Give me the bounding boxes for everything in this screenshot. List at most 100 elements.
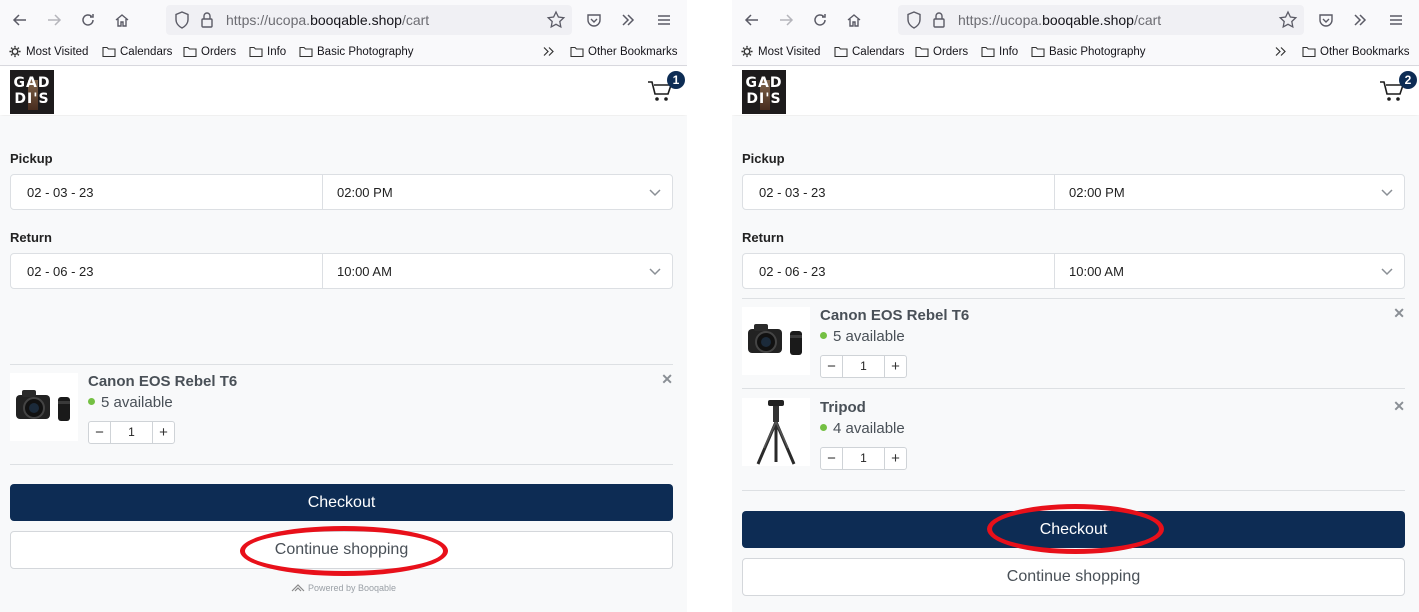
return-time[interactable]: 10:00 AM (337, 264, 392, 279)
bookmark-most-visited[interactable]: Most Visited (8, 45, 88, 58)
quantity-stepper[interactable]: − 1 + (820, 355, 907, 378)
remove-item-icon[interactable]: ✕ (1393, 305, 1405, 322)
pickup-label: Pickup (10, 151, 53, 166)
increase-button[interactable]: + (152, 422, 174, 443)
address-bar[interactable]: https://ucopa.booqable.shop/cart (166, 5, 572, 35)
bookmarks-overflow-icon[interactable] (1274, 45, 1288, 58)
item-availability: 5 available (820, 328, 905, 345)
available-dot (88, 398, 95, 405)
folder-icon (570, 46, 584, 58)
return-datetime-field[interactable]: 02 - 06 - 23 10:00 AM (742, 253, 1405, 289)
forward-icon[interactable] (774, 8, 798, 32)
return-datetime-field[interactable]: 02 - 06 - 23 10:00 AM (10, 253, 673, 289)
camera-thumbnail (10, 373, 78, 441)
bookmark-orders[interactable]: Orders (915, 45, 968, 58)
menu-icon[interactable] (652, 8, 676, 32)
home-icon[interactable] (842, 8, 866, 32)
chevron-down-icon[interactable] (1380, 186, 1394, 198)
back-icon[interactable] (740, 8, 764, 32)
lock-icon[interactable] (200, 11, 214, 29)
cart-count-badge: 2 (1399, 71, 1417, 89)
bookmark-other[interactable]: Other Bookmarks (570, 45, 677, 58)
bookmark-orders[interactable]: Orders (183, 45, 236, 58)
continue-shopping-button[interactable]: Continue shopping (10, 531, 673, 569)
folder-icon (249, 46, 263, 58)
tracking-shield-icon[interactable] (906, 11, 922, 29)
quantity-input[interactable]: 1 (111, 422, 152, 443)
cart-count-badge: 1 (667, 71, 685, 89)
url-text: https://ucopa.booqable.shop/cart (226, 12, 430, 28)
divider (742, 490, 1405, 491)
bookmark-info[interactable]: Info (249, 45, 286, 58)
folder-icon (981, 46, 995, 58)
divider (742, 388, 1405, 389)
bookmark-calendars[interactable]: Calendars (834, 45, 904, 58)
back-icon[interactable] (8, 8, 32, 32)
browser-window-left: https://ucopa.booqable.shop/cart Most Vi… (0, 0, 687, 612)
pickup-time[interactable]: 02:00 PM (1069, 185, 1125, 200)
folder-icon (834, 46, 848, 58)
pickup-time[interactable]: 02:00 PM (337, 185, 393, 200)
bookmark-star-icon[interactable] (1278, 10, 1298, 30)
field-divider (322, 254, 323, 288)
item-name[interactable]: Canon EOS Rebel T6 (88, 373, 237, 390)
menu-icon[interactable] (1384, 8, 1408, 32)
pickup-datetime-field[interactable]: 02 - 03 - 23 02:00 PM (742, 174, 1405, 210)
remove-item-icon[interactable]: ✕ (1393, 398, 1405, 415)
pickup-datetime-field[interactable]: 02 - 03 - 23 02:00 PM (10, 174, 673, 210)
checkout-button[interactable]: Checkout (742, 511, 1405, 548)
pocket-icon[interactable] (1314, 8, 1338, 32)
pickup-date[interactable]: 02 - 03 - 23 (759, 185, 826, 200)
reload-icon[interactable] (808, 8, 832, 32)
quantity-input[interactable]: 1 (843, 448, 884, 469)
bookmarks-overflow-icon[interactable] (542, 45, 556, 58)
divider (10, 364, 673, 365)
address-bar[interactable]: https://ucopa.booqable.shop/cart (898, 5, 1304, 35)
decrease-button[interactable]: − (821, 448, 843, 469)
item-availability: 4 available (820, 420, 905, 437)
pocket-icon[interactable] (582, 8, 606, 32)
decrease-button[interactable]: − (89, 422, 111, 443)
pickup-date[interactable]: 02 - 03 - 23 (27, 185, 94, 200)
bookmark-info[interactable]: Info (981, 45, 1018, 58)
return-date[interactable]: 02 - 06 - 23 (759, 264, 826, 279)
checkout-button[interactable]: Checkout (10, 484, 673, 521)
forward-icon[interactable] (42, 8, 66, 32)
lock-icon[interactable] (932, 11, 946, 29)
url-text: https://ucopa.booqable.shop/cart (958, 12, 1162, 28)
chevron-down-icon[interactable] (1380, 265, 1394, 277)
camera-image-icon (748, 324, 802, 355)
overflow-chevron-icon[interactable] (616, 8, 640, 32)
reload-icon[interactable] (76, 8, 100, 32)
chevron-down-icon[interactable] (648, 186, 662, 198)
quantity-input[interactable]: 1 (843, 356, 884, 377)
item-name[interactable]: Tripod (820, 399, 866, 416)
folder-icon (299, 46, 313, 58)
return-label: Return (742, 230, 784, 245)
tracking-shield-icon[interactable] (174, 11, 190, 29)
decrease-button[interactable]: − (821, 356, 843, 377)
continue-shopping-button[interactable]: Continue shopping (742, 558, 1405, 596)
quantity-stepper[interactable]: − 1 + (88, 421, 175, 444)
shop-logo[interactable]: GAD DI'S (742, 70, 786, 114)
tripod-thumbnail (742, 398, 810, 466)
powered-by[interactable]: Powered by Booqable (0, 583, 687, 593)
increase-button[interactable]: + (884, 448, 906, 469)
quantity-stepper[interactable]: − 1 + (820, 447, 907, 470)
home-icon[interactable] (110, 8, 134, 32)
return-date[interactable]: 02 - 06 - 23 (27, 264, 94, 279)
remove-item-icon[interactable]: ✕ (661, 371, 673, 388)
bookmark-calendars[interactable]: Calendars (102, 45, 172, 58)
return-time[interactable]: 10:00 AM (1069, 264, 1124, 279)
shop-logo[interactable]: GAD DI'S (10, 70, 54, 114)
bookmark-other[interactable]: Other Bookmarks (1302, 45, 1409, 58)
overflow-chevron-icon[interactable] (1348, 8, 1372, 32)
item-name[interactable]: Canon EOS Rebel T6 (820, 307, 969, 324)
pickup-label: Pickup (742, 151, 785, 166)
bookmark-basic-photography[interactable]: Basic Photography (299, 45, 414, 58)
bookmark-star-icon[interactable] (546, 10, 566, 30)
bookmark-most-visited[interactable]: Most Visited (740, 45, 820, 58)
bookmark-basic-photography[interactable]: Basic Photography (1031, 45, 1146, 58)
chevron-down-icon[interactable] (648, 265, 662, 277)
increase-button[interactable]: + (884, 356, 906, 377)
